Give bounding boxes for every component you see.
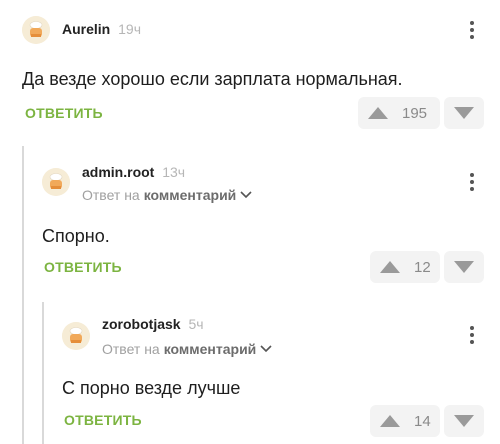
reply-button[interactable]: ОТВЕТИТЬ	[25, 105, 103, 121]
reply-to-link[interactable]: комментарий	[144, 187, 237, 203]
upvote-icon	[368, 107, 388, 119]
comment-menu-kebab-icon[interactable]	[462, 170, 482, 194]
comment-text: Спорно.	[42, 226, 110, 246]
vote-count: 12	[414, 258, 431, 276]
upvote-box: 12	[370, 251, 440, 283]
comment-menu-kebab-icon[interactable]	[462, 323, 482, 347]
author-name[interactable]: admin.root	[82, 164, 154, 180]
comment-time: 5ч	[188, 316, 204, 332]
comment-menu-kebab-icon[interactable]	[462, 18, 482, 42]
comment-text: Да везде хорошо если зарплата нормальная…	[22, 69, 403, 89]
comment-author[interactable]: Aurelin 19ч	[62, 21, 141, 37]
author-name[interactable]: Aurelin	[62, 21, 110, 37]
vote-count: 14	[414, 412, 431, 430]
upvote-button[interactable]	[370, 251, 410, 283]
downvote-icon	[454, 415, 474, 427]
upvote-box: 195	[358, 97, 440, 129]
upvote-box: 14	[370, 405, 440, 437]
thread-line-2	[42, 302, 44, 444]
comment-time: 19ч	[118, 21, 141, 37]
author-name[interactable]: zorobotjask	[102, 316, 181, 332]
vote-count: 195	[402, 104, 428, 122]
reply-to[interactable]: Ответ на комментарий	[102, 341, 272, 357]
downvote-icon	[454, 261, 474, 273]
avatar[interactable]	[62, 322, 90, 350]
downvote-button[interactable]	[444, 251, 484, 283]
reply-to-link[interactable]: комментарий	[164, 341, 257, 357]
chevron-down-icon	[260, 345, 272, 353]
upvote-icon	[380, 415, 400, 427]
comment-time: 13ч	[162, 164, 186, 180]
comment-author[interactable]: zorobotjask 5ч	[102, 316, 204, 332]
downvote-button[interactable]	[444, 97, 484, 129]
avatar[interactable]	[22, 16, 50, 44]
reply-to[interactable]: Ответ на комментарий	[82, 187, 252, 203]
reply-to-prefix: Ответ на	[102, 341, 160, 357]
comment-author[interactable]: admin.root 13ч	[82, 164, 185, 180]
downvote-button[interactable]	[444, 405, 484, 437]
avatar-chef-icon	[42, 168, 70, 196]
upvote-button[interactable]	[358, 97, 398, 129]
avatar[interactable]	[42, 168, 70, 196]
chevron-down-icon	[240, 191, 252, 199]
upvote-icon	[380, 261, 400, 273]
reply-button[interactable]: ОТВЕТИТЬ	[44, 259, 122, 275]
reply-to-prefix: Ответ на	[82, 187, 140, 203]
upvote-button[interactable]	[370, 405, 410, 437]
downvote-icon	[454, 107, 474, 119]
comment-text: С порно везде лучше	[62, 378, 241, 398]
avatar-chef-icon	[62, 322, 90, 350]
avatar-chef-icon	[22, 16, 50, 44]
thread-line-1	[22, 146, 24, 444]
reply-button[interactable]: ОТВЕТИТЬ	[64, 412, 142, 428]
